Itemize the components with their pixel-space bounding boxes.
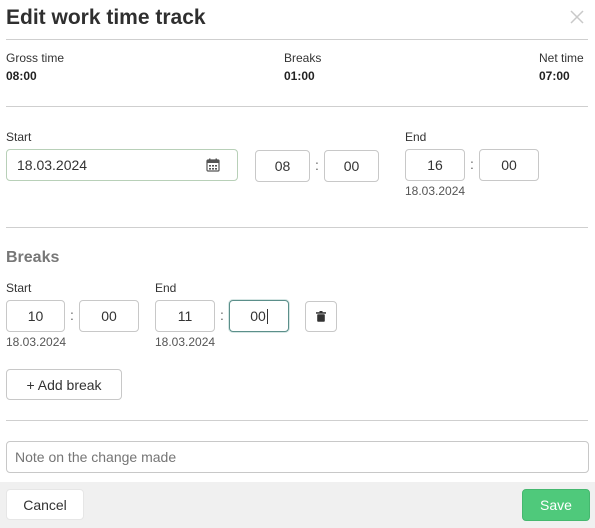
start-hour-input[interactable]: 08 [255, 150, 310, 182]
divider [6, 106, 588, 107]
break-start-hour-input[interactable]: 10 [6, 300, 65, 332]
start-date-input[interactable]: 18.03.2024 [6, 149, 238, 181]
dialog-title: Edit work time track [6, 6, 206, 29]
start-minute-input[interactable]: 00 [324, 150, 379, 182]
end-date-text: 18.03.2024 [405, 184, 466, 198]
divider [6, 227, 588, 228]
end-label: End [405, 130, 427, 144]
time-separator: : [315, 157, 319, 173]
break-end-date-text: 18.03.2024 [155, 335, 216, 349]
time-separator: : [220, 307, 224, 323]
save-button[interactable]: Save [522, 489, 590, 521]
end-hour-input[interactable]: 16 [405, 149, 465, 181]
note-input[interactable] [6, 441, 589, 473]
breaks-section-title: Breaks [6, 249, 60, 266]
close-icon[interactable] [568, 8, 586, 26]
dialog-footer [0, 482, 595, 528]
delete-break-button[interactable] [305, 301, 337, 332]
gross-time-value: 08:00 [6, 69, 37, 83]
trash-icon [316, 309, 326, 325]
break-end-hour-input[interactable]: 11 [155, 300, 215, 332]
start-date-value: 18.03.2024 [17, 157, 88, 173]
divider [6, 39, 588, 40]
net-time-value: 07:00 [539, 69, 570, 83]
add-break-button[interactable]: + Add break [6, 369, 122, 400]
cancel-button[interactable]: Cancel [6, 489, 84, 520]
break-end-label: End [155, 281, 177, 295]
breaks-total-label: Breaks [284, 51, 322, 65]
net-time-label: Net time [539, 51, 584, 65]
divider [6, 420, 588, 421]
end-minute-input[interactable]: 00 [479, 149, 539, 181]
break-start-label: Start [6, 281, 32, 295]
text-cursor [266, 308, 268, 324]
gross-time-label: Gross time [6, 51, 65, 65]
time-separator: : [470, 156, 474, 172]
calendar-icon[interactable] [206, 158, 220, 175]
start-label: Start [6, 130, 32, 144]
time-separator: : [70, 307, 74, 323]
break-start-minute-input[interactable]: 00 [79, 300, 139, 332]
break-end-minute-input[interactable]: 00 [229, 300, 289, 332]
break-start-date-text: 18.03.2024 [6, 335, 67, 349]
break-end-minute-value: 00 [250, 308, 266, 324]
breaks-total-value: 01:00 [284, 69, 315, 83]
